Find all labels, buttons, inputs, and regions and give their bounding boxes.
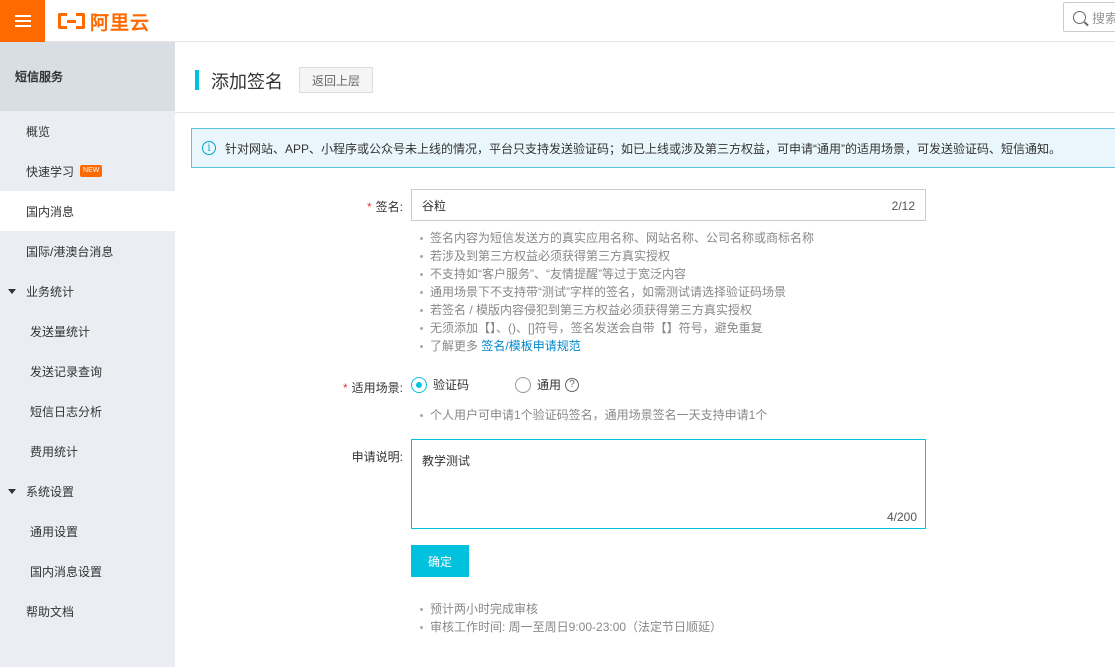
signature-value: 谷粒 [422,198,447,213]
sidebar: 短信服务 概览 快速学习 NEW 国内消息 国际/港澳台消息 业务统计 发送量统计… [0,42,175,667]
notice-text: 针对网站、APP、小程序或公众号未上线的情况，平台只支持发送验证码；如已上线或涉… [225,141,1062,156]
hamburger-icon [14,15,31,27]
list-item: 不支持如“客户服务”、“友情提醒”等过于宽泛内容 [417,265,814,283]
signature-label-text: 签名: [375,200,403,214]
list-item: 预计两小时完成审核 [417,600,722,618]
menu-toggle-button[interactable] [0,0,45,42]
required-mark: * [366,200,372,214]
sidebar-item-general-settings[interactable]: 通用设置 [0,511,175,551]
search-input[interactable]: 搜索 [1063,2,1115,32]
sidebar-item-label: 国内消息 [26,204,75,219]
list-item: 若签名 / 模版内容侵犯到第三方权益必须获得第三方真实授权 [417,301,814,319]
info-notice: i 针对网站、APP、小程序或公众号未上线的情况，平台只支持发送验证码；如已上线… [191,128,1115,168]
review-hints: 预计两小时完成审核 审核工作时间: 周一至周日9:00-23:00（法定节日顺延… [417,600,722,636]
sidebar-item-international-messages[interactable]: 国际/港澳台消息 [0,231,175,271]
scene-radio-general[interactable] [515,376,532,393]
scene-label: * 适用场景: [175,379,403,396]
signature-hints: 签名内容为短信发送方的真实应用名称、网站名称、公司名称或商标名称 若涉及到第三方… [417,229,814,355]
sidebar-group-system-settings[interactable]: 系统设置 [0,471,175,511]
sidebar-item-label: 概览 [26,124,51,139]
sidebar-item-label: 发送量统计 [30,324,91,339]
list-item: 签名内容为短信发送方的真实应用名称、网站名称、公司名称或商标名称 [417,229,814,247]
description-label: 申请说明: [351,450,403,464]
list-item: 个人用户可申请1个验证码签名，通用场景签名一天支持申请1个 [417,406,767,424]
sidebar-item-domestic-messages[interactable]: 国内消息 [0,191,175,231]
sidebar-item-label: 通用设置 [30,524,79,539]
scene-option-label[interactable]: 通用 [537,376,561,393]
list-item: 若涉及到第三方权益必须获得第三方真实授权 [417,247,814,265]
signature-char-count: 2/12 [891,199,915,213]
sidebar-item-label: 费用统计 [30,444,79,459]
required-mark: * [342,381,348,395]
description-textarea[interactable]: 教学测试 4/200 [411,439,926,529]
sidebar-item-send-records[interactable]: 发送记录查询 [0,351,175,391]
caret-down-icon [8,288,16,294]
sidebar-item-label: 帮助文档 [26,604,75,619]
page-title: 添加签名 [211,72,283,92]
scene-radio-group: 验证码 通用 ? [411,376,580,393]
list-item: 无须添加【】、()、[]符号，签名发送会自带【】符号，避免重复 [417,319,814,337]
sidebar-item-label: 发送记录查询 [30,364,103,379]
page-header: 添加签名 返回上层 [175,42,1115,113]
sidebar-item-label: 业务统计 [26,284,75,299]
help-icon[interactable]: ? [565,377,580,392]
scene-hints: 个人用户可申请1个验证码签名，通用场景签名一天支持申请1个 [417,406,767,424]
sidebar-item-label: 国际/港澳台消息 [26,244,114,259]
main-content: 添加签名 返回上层 i 针对网站、APP、小程序或公众号未上线的情况，平台只支持… [175,42,1115,667]
sidebar-item-label: 短信日志分析 [30,404,103,419]
back-button[interactable]: 返回上层 [299,67,373,93]
search-icon [1073,10,1086,24]
sidebar-item-label: 系统设置 [26,484,75,499]
top-bar: 阿里云 搜索 [0,0,1115,42]
list-item: 通用场景下不支持带“测试”字样的签名，如需测试请选择验证码场景 [417,283,814,301]
search-placeholder: 搜索 [1092,10,1115,26]
signature-label: * 签名: [175,198,403,215]
list-item: 了解更多 签名/模板申请规范 [417,337,814,355]
aliyun-logo-icon [58,13,85,29]
scene-option-label[interactable]: 验证码 [433,376,469,393]
sidebar-item-overview[interactable]: 概览 [0,111,175,151]
brand-logo[interactable]: 阿里云 [58,8,150,34]
description-char-count: 4/200 [886,510,917,524]
sidebar-item-label: 国内消息设置 [30,564,103,579]
sidebar-group-business-stats[interactable]: 业务统计 [0,271,175,311]
scene-label-text: 适用场景: [351,381,403,395]
sidebar-item-domestic-settings[interactable]: 国内消息设置 [0,551,175,591]
caret-down-icon [8,488,16,494]
info-icon: i [202,141,216,155]
list-item: 审核工作时间: 周一至周日9:00-23:00（法定节日顺延） [417,618,722,636]
more-prefix: 了解更多 [430,339,479,353]
scene-radio-verification[interactable] [411,376,427,393]
signature-rules-link[interactable]: 签名/模板申请规范 [481,339,580,353]
sidebar-header: 短信服务 [0,42,175,111]
description-value: 教学测试 [422,454,471,468]
new-badge: NEW [80,165,103,177]
sidebar-item-help-docs[interactable]: 帮助文档 [0,591,175,631]
sidebar-item-log-analysis[interactable]: 短信日志分析 [0,391,175,431]
sidebar-item-label: 快速学习 [26,164,75,179]
signature-input[interactable]: 谷粒 2/12 [411,189,926,221]
sidebar-item-send-volume[interactable]: 发送量统计 [0,311,175,351]
sidebar-item-cost-stats[interactable]: 费用统计 [0,431,175,471]
title-accent-bar [195,70,199,90]
confirm-button[interactable]: 确定 [411,545,469,577]
sidebar-item-quick-learn[interactable]: 快速学习 NEW [0,151,175,191]
brand-name: 阿里云 [90,12,151,34]
